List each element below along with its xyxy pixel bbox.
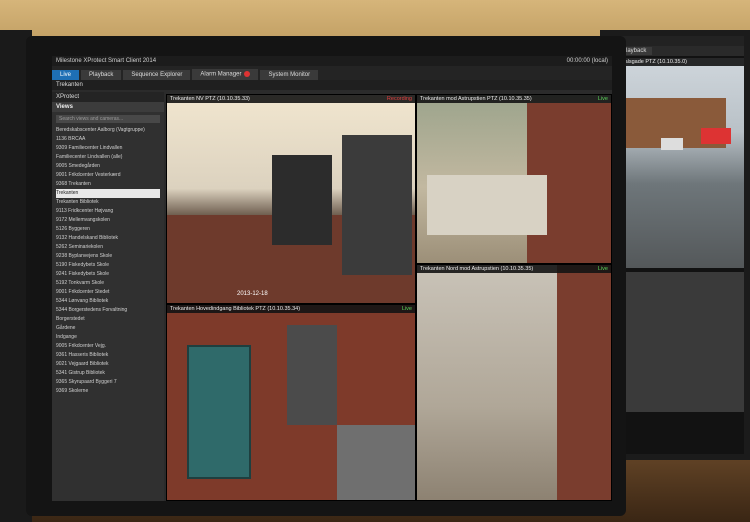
camera-tile-2[interactable]: Trekanten mod Astrupstien PTZ (10.10.35.… <box>416 94 612 264</box>
tree-item[interactable]: 9241 Fiskedybets Skole <box>56 270 160 279</box>
views-search-input[interactable]: Search views and cameras... <box>56 115 160 123</box>
camera-tile-1[interactable]: Trekanten NV PTZ (10.10.35.33) Recording… <box>166 94 416 304</box>
live-indicator: Live <box>597 266 608 272</box>
tree-item[interactable]: 5344 Lønvang Bibliotek <box>56 297 160 306</box>
tree-item[interactable]: Beredskabscenter Aalborg (Vagtgruppe) <box>56 126 160 135</box>
camera-title: Trekanten mod Astrupstien PTZ (10.10.35.… <box>417 95 611 103</box>
tab-live[interactable]: Live <box>52 70 80 80</box>
right-camera-feed-1[interactable]: Hospitalsgade PTZ (10.10.35.0) <box>606 58 744 268</box>
tree-item[interactable]: 5344 Borgerstedens Forvaltning <box>56 306 160 315</box>
camera-tile-3[interactable]: Trekanten Hovedindgang Bibliotek PTZ (10… <box>166 304 416 501</box>
tab-alarm-manager-label: Alarm Manager <box>200 72 242 78</box>
tab-sequence-explorer[interactable]: Sequence Explorer <box>123 70 191 80</box>
tree-item[interactable]: 9238 Byplanvejens Skole <box>56 252 160 261</box>
view-toolbar: Trekanten <box>52 80 612 90</box>
tree-item[interactable]: 9309 Familiecenter Lindvallen <box>56 144 160 153</box>
camera-title: Trekanten Hovedindgang Bibliotek PTZ (10… <box>167 305 415 313</box>
tab-playback[interactable]: Playback <box>81 70 122 80</box>
camera-grid: Trekanten NV PTZ (10.10.35.33) Recording… <box>166 94 612 501</box>
red-van <box>701 128 731 144</box>
current-view-name: Trekanten <box>56 82 83 88</box>
brick-building <box>557 265 611 500</box>
sidebar: XProtect Views Search views and cameras.… <box>52 92 164 501</box>
tree-item[interactable]: Trekanten <box>56 189 160 198</box>
app-title: Milestone XProtect Smart Client 2014 <box>56 58 157 64</box>
tree-item[interactable]: 9021 Vejgaard Bibliotek <box>56 360 160 369</box>
tree-item[interactable]: 9369 Skolerne <box>56 387 160 396</box>
tree-item[interactable]: Familiecenter Lindvallen (alle) <box>56 153 160 162</box>
clock: 00:00:00 (local) <box>566 58 608 64</box>
sidebar-header: XProtect <box>52 92 164 102</box>
tree-item[interactable]: 9005 Smedegården <box>56 162 160 171</box>
tree-item[interactable]: 9365 Skyrupaard Byggeri 7 <box>56 378 160 387</box>
tree-item[interactable]: Trekanten Bibliotek <box>56 198 160 207</box>
tree-item[interactable]: Gårdene <box>56 324 160 333</box>
smart-client-window: Milestone XProtect Smart Client 2014 00:… <box>52 56 612 501</box>
live-indicator: Live <box>401 306 412 312</box>
tree-item[interactable]: 5192 Tonkvarm Skole <box>56 279 160 288</box>
views-pane-title[interactable]: Views <box>52 102 164 112</box>
tab-alarm-manager[interactable]: Alarm Manager <box>192 69 259 80</box>
right-monitor-titlebar <box>606 36 744 46</box>
construction-site <box>427 175 547 235</box>
camera-title: Trekanten NV PTZ (10.10.35.33) <box>167 95 415 103</box>
recording-indicator: Recording <box>386 96 412 102</box>
tree-item[interactable]: 5262 Seminariekolen <box>56 243 160 252</box>
views-tree: Beredskabscenter Aalborg (Vagtgruppe) 113… <box>52 126 164 396</box>
video-timestamp: 2013-12-18 <box>237 291 268 297</box>
tree-item[interactable]: 5126 Byggeren <box>56 225 160 234</box>
tree-item[interactable]: 9001 Frikdcenter Vesterkærd <box>56 171 160 180</box>
glass-door <box>187 345 251 479</box>
window-titlebar: Milestone XProtect Smart Client 2014 00:… <box>52 56 612 66</box>
building-side <box>342 135 412 275</box>
live-indicator: Live <box>597 96 608 102</box>
tree-item[interactable]: 9361 Hasseris Bibliotek <box>56 351 160 360</box>
tree-item[interactable]: 5190 Fiskedybets Skole <box>56 261 160 270</box>
tree-item[interactable]: 9368 Trekanten <box>56 180 160 189</box>
tree-item[interactable]: 5341 Gistrup Bibliotek <box>56 369 160 378</box>
tree-item[interactable]: 1136 BRCAA <box>56 135 160 144</box>
pavement <box>337 425 415 500</box>
building-structure <box>272 155 332 245</box>
tree-item[interactable]: 9113 Fridkcenter Højvang <box>56 207 160 216</box>
entrance <box>287 325 337 425</box>
tree-item[interactable]: 9005 Frikdcenter Vejg. <box>56 342 160 351</box>
tab-system-monitor[interactable]: System Monitor <box>260 70 319 80</box>
right-camera-feed-2[interactable] <box>606 272 744 412</box>
white-car <box>661 138 683 150</box>
tree-item[interactable]: Indgange <box>56 333 160 342</box>
alarm-badge-icon <box>244 71 251 78</box>
camera-tile-4[interactable]: Trekanten Nord mod Astrupstien (10.10.35… <box>416 264 612 501</box>
right-camera-header: Hospitalsgade PTZ (10.10.35.0) <box>606 58 744 66</box>
tree-item[interactable]: Borgerstedet <box>56 315 160 324</box>
camera-title: Trekanten Nord mod Astrupstien (10.10.35… <box>417 265 611 273</box>
main-tabs: Live Playback Sequence Explorer Alarm Ma… <box>52 66 612 80</box>
tree-item[interactable]: 9172 Mellemvangskolen <box>56 216 160 225</box>
tree-item[interactable]: 9132 Handelskand Bibliotek <box>56 234 160 243</box>
tree-item[interactable]: 9001 Frikdcenter Stedet <box>56 288 160 297</box>
